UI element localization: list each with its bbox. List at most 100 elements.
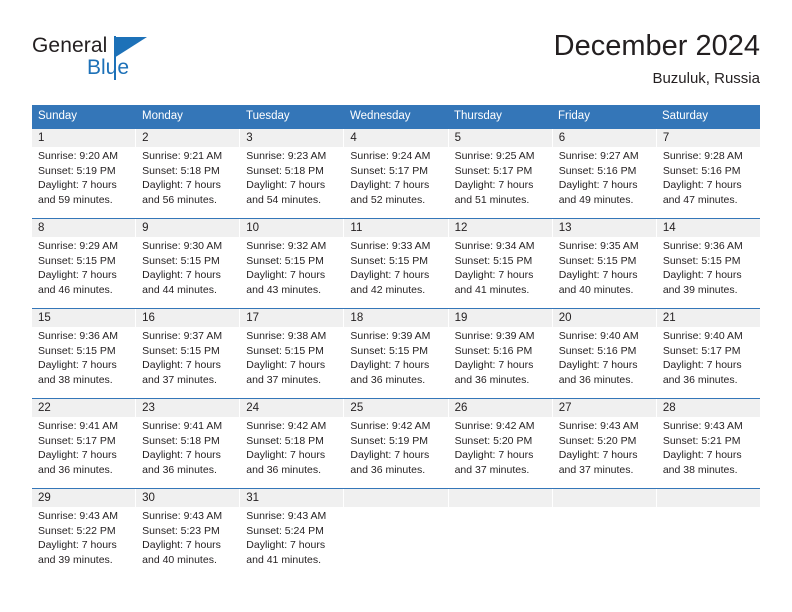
day-cell[interactable]: 11 Sunrise: 9:33 AM Sunset: 5:15 PM Dayl…: [344, 219, 449, 308]
sunrise-text: Sunrise: 9:43 AM: [142, 510, 223, 522]
day-cell[interactable]: 18 Sunrise: 9:39 AM Sunset: 5:15 PM Dayl…: [344, 309, 449, 398]
sunset-text: Sunset: 5:20 PM: [454, 434, 533, 447]
daylight-text-line2: and 39 minutes.: [38, 553, 113, 566]
daylight-text-line1: Daylight: 7 hours: [350, 269, 430, 281]
daylight-text-line2: and 37 minutes.: [558, 463, 634, 476]
generalblue-logo[interactable]: General Blue: [32, 34, 162, 86]
day-cell[interactable]: 22 Sunrise: 9:41 AM Sunset: 5:17 PM Dayl…: [32, 399, 137, 488]
sunrise-text: Sunrise: 9:42 AM: [350, 420, 431, 432]
sunrise-text: Sunrise: 9:21 AM: [142, 150, 223, 162]
sunrise-text: Sunrise: 9:43 AM: [662, 420, 743, 432]
sunset-text: Sunset: 5:18 PM: [142, 434, 220, 447]
day-number: 11: [350, 222, 363, 234]
day-number: 1: [38, 132, 45, 144]
day-cell[interactable]: 16 Sunrise: 9:37 AM Sunset: 5:15 PM Dayl…: [136, 309, 241, 398]
day-cell[interactable]: 25 Sunrise: 9:42 AM Sunset: 5:19 PM Dayl…: [344, 399, 449, 488]
day-cell[interactable]: 29 Sunrise: 9:43 AM Sunset: 5:22 PM Dayl…: [32, 489, 137, 578]
day-cell[interactable]: 24 Sunrise: 9:42 AM Sunset: 5:18 PM Dayl…: [240, 399, 345, 488]
day-cell[interactable]: 31 Sunrise: 9:43 AM Sunset: 5:24 PM Dayl…: [240, 489, 345, 578]
day-cell[interactable]: 20 Sunrise: 9:40 AM Sunset: 5:16 PM Dayl…: [553, 309, 657, 398]
day-number: 20: [558, 312, 572, 324]
daylight-text-line2: and 36 minutes.: [558, 373, 634, 386]
day-cell[interactable]: 10 Sunrise: 9:32 AM Sunset: 5:15 PM Dayl…: [240, 219, 345, 308]
daylight-text-line2: and 36 minutes.: [454, 373, 530, 386]
day-number: 16: [142, 312, 155, 324]
day-number: 28: [662, 402, 676, 414]
daylight-text-line2: and 37 minutes.: [142, 373, 217, 386]
sunrise-text: Sunrise: 9:39 AM: [454, 330, 535, 342]
daylight-text-line1: Daylight: 7 hours: [246, 449, 326, 461]
day-details: Sunrise: 9:42 AM Sunset: 5:20 PM Dayligh…: [455, 419, 552, 477]
sunset-text: Sunset: 5:18 PM: [246, 164, 324, 177]
daylight-text-line1: Daylight: 7 hours: [350, 449, 430, 461]
day-cell[interactable]: 2 Sunrise: 9:21 AM Sunset: 5:18 PM Dayli…: [136, 129, 241, 218]
weekday-header-tuesday: Tuesday: [246, 110, 290, 122]
day-number: 17: [246, 312, 260, 324]
day-details: Sunrise: 9:30 AM Sunset: 5:15 PM Dayligh…: [142, 239, 239, 297]
day-cell[interactable]: 13 Sunrise: 9:35 AM Sunset: 5:15 PM Dayl…: [553, 219, 657, 308]
day-cell[interactable]: 30 Sunrise: 9:43 AM Sunset: 5:23 PM Dayl…: [136, 489, 241, 578]
day-cell[interactable]: 26 Sunrise: 9:42 AM Sunset: 5:20 PM Dayl…: [449, 399, 553, 488]
sunset-text: Sunset: 5:15 PM: [38, 344, 116, 357]
daylight-text-line1: Daylight: 7 hours: [662, 449, 742, 461]
day-cell[interactable]: 1 Sunrise: 9:20 AM Sunset: 5:19 PM Dayli…: [32, 129, 137, 218]
sunrise-text: Sunrise: 9:37 AM: [142, 330, 223, 342]
daylight-text-line1: Daylight: 7 hours: [142, 179, 221, 191]
day-cell[interactable]: 9 Sunrise: 9:30 AM Sunset: 5:15 PM Dayli…: [136, 219, 241, 308]
day-cell[interactable]: 14 Sunrise: 9:36 AM Sunset: 5:15 PM Dayl…: [657, 219, 760, 308]
daylight-text-line1: Daylight: 7 hours: [246, 539, 326, 551]
day-cell[interactable]: 8 Sunrise: 9:29 AM Sunset: 5:15 PM Dayli…: [32, 219, 137, 308]
week-row: 29 Sunrise: 9:43 AM Sunset: 5:22 PM Dayl…: [32, 488, 760, 578]
daylight-text-line2: and 42 minutes.: [350, 283, 426, 296]
day-cell[interactable]: 23 Sunrise: 9:41 AM Sunset: 5:18 PM Dayl…: [136, 399, 241, 488]
day-cell[interactable]: 7 Sunrise: 9:28 AM Sunset: 5:16 PM Dayli…: [657, 129, 760, 218]
day-details: Sunrise: 9:20 AM Sunset: 5:19 PM Dayligh…: [38, 149, 135, 207]
sunrise-text: Sunrise: 9:27 AM: [558, 150, 639, 162]
day-details: Sunrise: 9:38 AM Sunset: 5:15 PM Dayligh…: [246, 329, 343, 387]
day-number: 26: [454, 402, 468, 414]
day-cell[interactable]: 12 Sunrise: 9:34 AM Sunset: 5:15 PM Dayl…: [449, 219, 553, 308]
day-cell[interactable]: 19 Sunrise: 9:39 AM Sunset: 5:16 PM Dayl…: [449, 309, 553, 398]
sunrise-text: Sunrise: 9:33 AM: [350, 240, 431, 252]
sunset-text: Sunset: 5:15 PM: [350, 254, 429, 267]
daylight-text-line1: Daylight: 7 hours: [142, 269, 221, 281]
day-details: Sunrise: 9:37 AM Sunset: 5:15 PM Dayligh…: [142, 329, 239, 387]
day-cell[interactable]: 3 Sunrise: 9:23 AM Sunset: 5:18 PM Dayli…: [240, 129, 345, 218]
day-number: 15: [38, 312, 51, 324]
day-cell[interactable]: 15 Sunrise: 9:36 AM Sunset: 5:15 PM Dayl…: [32, 309, 137, 398]
day-details: Sunrise: 9:43 AM Sunset: 5:21 PM Dayligh…: [663, 419, 760, 477]
day-cell[interactable]: 4 Sunrise: 9:24 AM Sunset: 5:17 PM Dayli…: [344, 129, 449, 218]
day-cell[interactable]: 21 Sunrise: 9:40 AM Sunset: 5:17 PM Dayl…: [657, 309, 760, 398]
day-cell[interactable]: 28 Sunrise: 9:43 AM Sunset: 5:21 PM Dayl…: [657, 399, 760, 488]
sunrise-text: Sunrise: 9:39 AM: [350, 330, 431, 342]
sunrise-text: Sunrise: 9:24 AM: [350, 150, 431, 162]
title-block: December 2024 Buzuluk, Russia: [554, 28, 760, 90]
day-cell[interactable]: 6 Sunrise: 9:27 AM Sunset: 5:16 PM Dayli…: [553, 129, 657, 218]
daylight-text-line2: and 44 minutes.: [142, 283, 217, 296]
sunset-text: Sunset: 5:19 PM: [350, 434, 429, 447]
daylight-text-line1: Daylight: 7 hours: [246, 359, 326, 371]
sunrise-text: Sunrise: 9:29 AM: [38, 240, 118, 252]
sunset-text: Sunset: 5:20 PM: [558, 434, 637, 447]
daylight-text-line1: Daylight: 7 hours: [246, 269, 326, 281]
weekday-header-friday: Friday: [558, 110, 590, 122]
day-cell[interactable]: 17 Sunrise: 9:38 AM Sunset: 5:15 PM Dayl…: [240, 309, 345, 398]
logo-text-general: General: [32, 34, 108, 57]
sunrise-text: Sunrise: 9:23 AM: [246, 150, 327, 162]
day-cell[interactable]: 5 Sunrise: 9:25 AM Sunset: 5:17 PM Dayli…: [449, 129, 553, 218]
calendar-page: General Blue December 2024 Buzuluk, Russ…: [0, 0, 792, 612]
sunrise-text: Sunrise: 9:41 AM: [38, 420, 118, 432]
daylight-text-line1: Daylight: 7 hours: [246, 179, 326, 191]
sunset-text: Sunset: 5:15 PM: [38, 254, 116, 267]
sunrise-text: Sunrise: 9:41 AM: [142, 420, 223, 432]
sunrise-text: Sunrise: 9:42 AM: [246, 420, 327, 432]
sunrise-text: Sunrise: 9:28 AM: [662, 150, 743, 162]
sunset-text: Sunset: 5:15 PM: [350, 344, 429, 357]
daylight-text-line2: and 39 minutes.: [662, 283, 738, 296]
day-cell[interactable]: 27 Sunrise: 9:43 AM Sunset: 5:20 PM Dayl…: [553, 399, 657, 488]
weekday-header-row: Sunday Monday Tuesday Wednesday Thursday…: [32, 105, 760, 128]
day-details: Sunrise: 9:36 AM Sunset: 5:15 PM Dayligh…: [663, 239, 760, 297]
daylight-text-line1: Daylight: 7 hours: [38, 449, 117, 461]
daylight-text-line1: Daylight: 7 hours: [38, 179, 117, 191]
day-number: 19: [454, 312, 468, 324]
